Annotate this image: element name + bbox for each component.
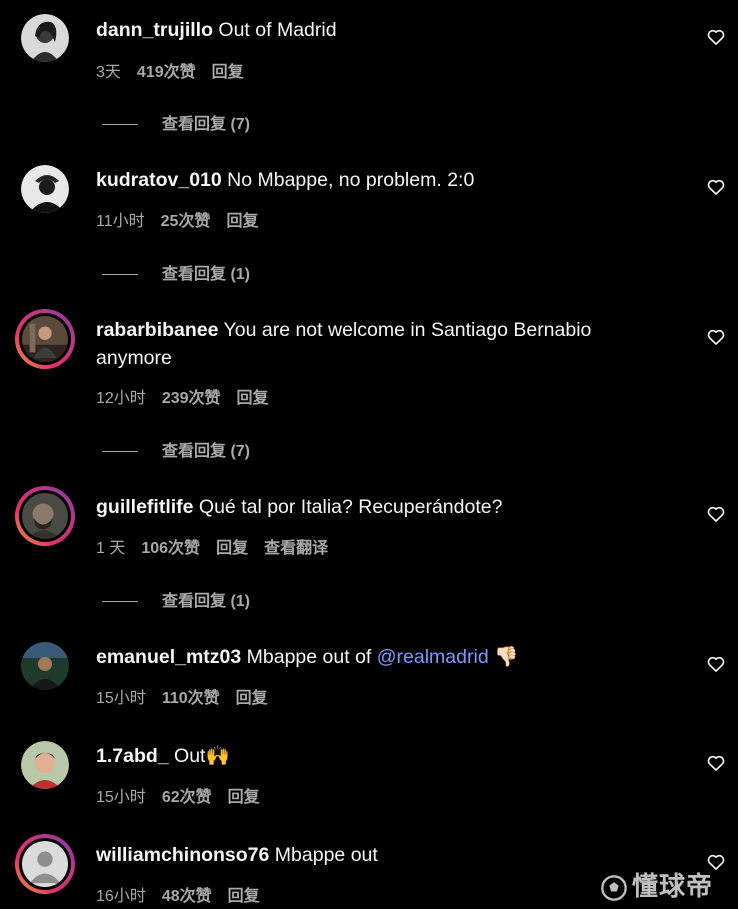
comment-meta: 15小时 110次赞 回复 [96,684,284,708]
heart-icon[interactable] [706,177,726,197]
comment-meta: 1 天 106次赞 回复 查看翻译 [96,534,344,558]
likes-count[interactable]: 62次赞 [162,789,212,806]
comment-text: kudratov_010 No Mbappe, no problem. 2:0 [96,166,656,194]
username[interactable]: emanuel_mtz03 [96,646,241,668]
watermark-text: 懂球帝 [632,871,714,901]
comment-text: williamchinonso76 Mbappe out [96,841,656,869]
avatar-image [21,14,69,62]
mention-link[interactable]: @realmadrid [377,646,489,668]
avatar[interactable] [21,14,69,62]
heart-icon[interactable] [706,654,726,674]
timestamp: 11小时 [96,213,145,230]
username[interactable]: kudratov_010 [96,169,222,191]
divider-line [102,601,138,603]
username[interactable]: guillefitlife [96,496,194,518]
divider-line [102,274,138,276]
comment-text: emanuel_mtz03 Mbappe out of @realmadrid … [96,643,656,671]
comment-body: Mbappe out of [241,646,377,668]
view-replies-button[interactable]: 查看回复 (7) [102,110,250,134]
reply-button[interactable]: 回复 [216,540,248,557]
reply-button[interactable]: 回复 [226,213,258,230]
view-replies-label: 查看回复 (1) [162,593,251,610]
comment-meta: 15小时 62次赞 回复 [96,783,276,807]
avatar[interactable] [15,486,75,546]
comment-body: No Mbappe, no problem. 2:0 [221,169,475,191]
timestamp: 16小时 [96,888,146,905]
avatar-image [19,490,71,542]
view-replies-button[interactable]: 查看回复 (1) [102,587,250,611]
default-avatar-icon [19,838,71,890]
view-replies-button[interactable]: 查看回复 (1) [102,260,250,284]
likes-count[interactable]: 106次赞 [141,540,200,557]
avatar-image [21,165,69,213]
timestamp: 3天 [96,64,121,81]
watermark: 懂球帝 [600,866,713,903]
translate-button[interactable]: 查看翻译 [264,540,328,557]
timestamp: 12小时 [96,390,146,407]
likes-count[interactable]: 419次赞 [137,64,196,81]
timestamp: 15小时 [96,789,146,806]
reply-button[interactable]: 回复 [212,64,244,81]
heart-icon[interactable] [706,327,726,347]
avatar-image [19,313,71,365]
reply-button[interactable]: 回复 [237,390,269,407]
view-replies-button[interactable]: 查看回复 (7) [102,437,250,461]
comment-text: dann_trujillo Out of Madrid [96,16,656,44]
likes-count[interactable]: 25次赞 [161,213,211,230]
comment-text: rabarbibanee You are not welcome in Sant… [96,316,656,372]
comment-body: Qué tal por Italia? Recuperándote? [193,496,503,518]
avatar[interactable] [21,165,69,213]
heart-icon[interactable] [706,504,726,524]
comment-meta: 16小时 48次赞 回复 [96,882,276,906]
avatar[interactable] [15,309,75,369]
view-replies-label: 查看回复 (7) [162,443,251,460]
username[interactable]: 1.7abd_ [96,745,169,767]
username[interactable]: williamchinonso76 [96,844,269,866]
reply-button[interactable]: 回复 [236,690,268,707]
view-replies-label: 查看回复 (1) [162,266,251,283]
likes-count[interactable]: 48次赞 [162,888,212,905]
avatar[interactable] [21,741,69,789]
avatar[interactable] [21,642,69,690]
likes-count[interactable]: 239次赞 [162,390,221,407]
likes-count[interactable]: 110次赞 [162,690,220,707]
comment-text: 1.7abd_ Out🙌 [96,742,656,770]
comment-meta: 11小时 25次赞 回复 [96,207,274,231]
comment-body: Mbappe out [269,844,378,866]
timestamp: 1 天 [96,540,126,557]
username[interactable]: rabarbibanee [96,319,218,341]
username[interactable]: dann_trujillo [96,19,213,41]
avatar[interactable] [15,834,75,894]
comment-text: guillefitlife Qué tal por Italia? Recupe… [96,493,656,521]
comment-meta: 3天 419次赞 回复 [96,58,260,82]
comment-meta: 12小时 239次赞 回复 [96,384,285,408]
comment-body: Out of Madrid [213,19,337,41]
comment-body: Out🙌 [168,745,230,767]
divider-line [102,124,138,126]
reply-button[interactable]: 回复 [228,888,260,905]
divider-line [102,451,138,453]
avatar-image [21,642,69,690]
comment-body-end: 👎🏻 [488,646,519,668]
view-replies-label: 查看回复 (7) [162,116,251,133]
heart-icon[interactable] [706,753,726,773]
timestamp: 15小时 [96,690,146,707]
avatar-image [21,741,69,789]
heart-icon[interactable] [706,27,726,47]
soccer-ball-icon [601,875,627,901]
reply-button[interactable]: 回复 [228,789,260,806]
